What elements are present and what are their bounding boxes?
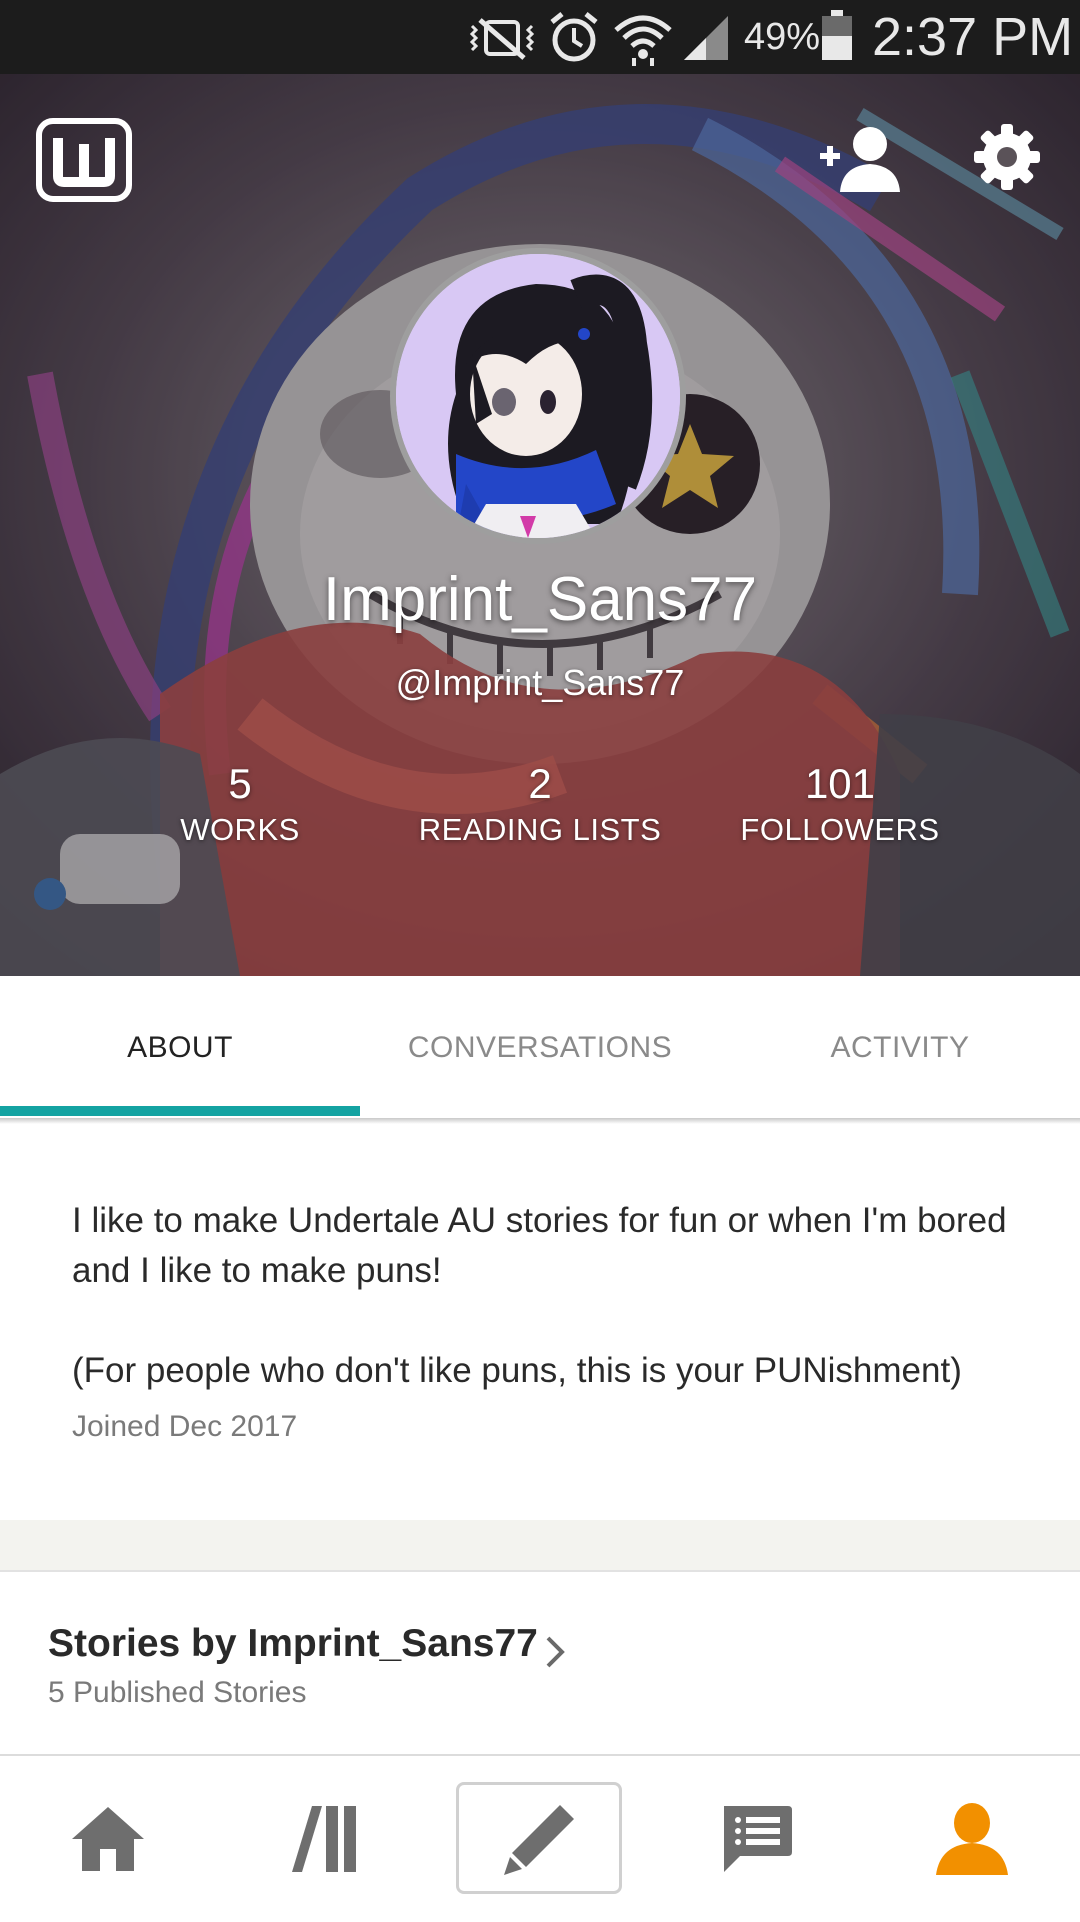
section-divider [0,1520,1080,1572]
chevron-right-icon [546,1636,565,1668]
home-icon [72,1807,144,1871]
stories-link[interactable]: Stories by Imprint_Sans77 [48,1622,565,1682]
bottom-navigation [0,1754,1080,1922]
library-icon [292,1806,356,1872]
battery-icon [822,10,852,60]
write-icon [504,1805,574,1875]
profile-header: Imprint_Sans77 @Imprint_Sans77 5 WORKS 2… [0,74,1080,976]
wifi-icon [614,15,672,66]
active-tab-indicator [0,1106,360,1116]
stories-count: 5 Published Stories [48,1676,307,1709]
tab-activity[interactable]: ACTIVITY [720,976,1080,1116]
stories-title: Stories by Imprint_Sans77 [48,1622,538,1665]
status-bar: 49% 2:37 PM [0,0,1080,74]
stat-reading-lists[interactable]: 2 READING LISTS [390,760,690,852]
tab-about[interactable]: ABOUT [0,976,360,1116]
messages-icon [724,1806,792,1872]
tabs-shadow [0,1118,1080,1124]
avatar-image [396,254,680,538]
stat-followers-value: 101 [804,760,876,807]
nav-write[interactable] [432,1756,648,1922]
wattpad-logo-icon[interactable] [36,118,132,202]
alarm-icon [550,12,598,62]
battery-percentage: 49% [744,16,821,58]
tab-conversations[interactable]: CONVERSATIONS [360,976,720,1116]
username: @Imprint_Sans77 [395,662,685,703]
gear-icon[interactable] [974,124,1040,190]
nav-messages[interactable] [648,1756,864,1922]
avatar[interactable] [390,248,686,544]
stat-followers-label: FOLLOWERS [740,812,940,847]
vibrate-mute-icon [469,18,535,60]
display-name: Imprint_Sans77 [322,565,758,634]
stat-reading-lists-value: 2 [528,760,552,807]
add-friend-icon[interactable] [816,124,902,194]
joined-date: Joined Dec 2017 [72,1410,298,1443]
stat-works[interactable]: 5 WORKS [90,760,390,852]
nav-library[interactable] [216,1756,432,1922]
stat-followers[interactable]: 101 FOLLOWERS [690,760,990,852]
nav-home[interactable] [0,1756,216,1922]
stat-works-label: WORKS [180,812,300,847]
stat-works-value: 5 [228,760,252,807]
stat-reading-lists-label: READING LISTS [418,812,662,847]
signal-icon [684,16,728,60]
nav-profile[interactable] [864,1756,1080,1922]
about-section: I like to make Undertale AU stories for … [72,1196,1032,1396]
profile-icon [936,1803,1008,1875]
clock: 2:37 PM [872,7,1074,67]
profile-tabs: ABOUT CONVERSATIONS ACTIVITY [0,976,1080,1120]
bio-text: I like to make Undertale AU stories for … [72,1201,1007,1390]
